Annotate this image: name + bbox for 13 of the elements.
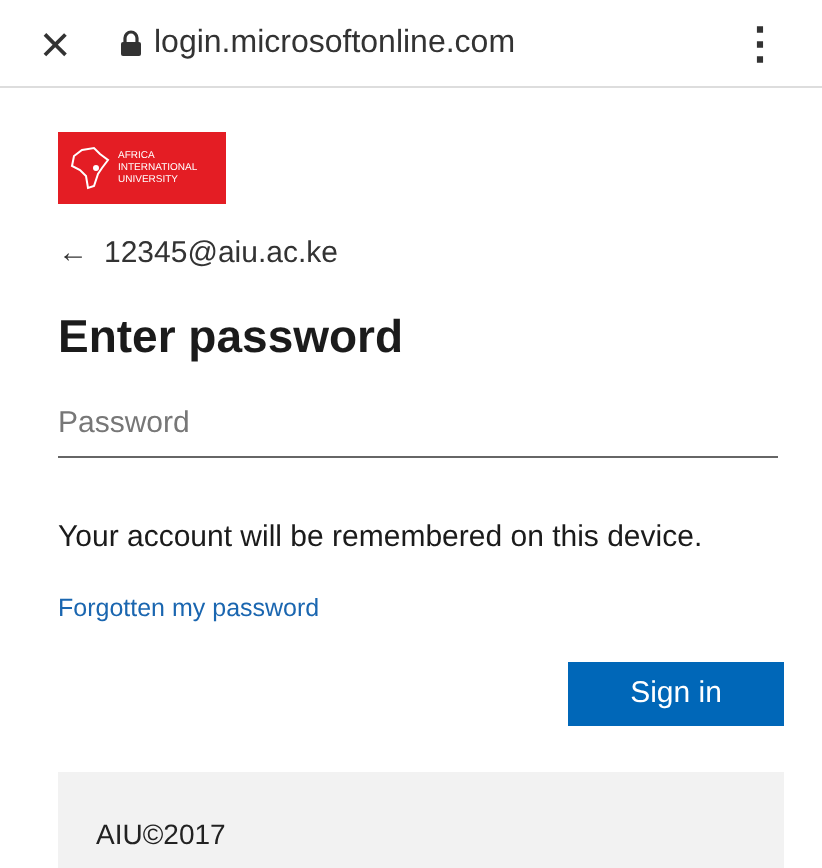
- page-title: Enter password: [58, 307, 406, 366]
- forgot-password-link[interactable]: Forgotten my password: [58, 589, 320, 627]
- account-email: 12345@aiu.ac.ke: [104, 234, 338, 274]
- copyright-text: AIU©2017: [96, 818, 226, 851]
- back-arrow-button[interactable]: ←: [58, 232, 88, 277]
- africa-map-icon: [70, 146, 110, 190]
- password-field[interactable]: Password: [58, 390, 778, 458]
- lock-icon: [120, 30, 142, 56]
- close-button[interactable]: ×: [40, 17, 84, 69]
- remember-message: Your account will be remembered on this device.: [58, 518, 705, 558]
- sign-in-button[interactable]: Sign in: [568, 662, 784, 727]
- menu-button[interactable]: ⋮: [738, 21, 782, 65]
- url-text[interactable]: login.microsoftonline.com: [154, 19, 516, 67]
